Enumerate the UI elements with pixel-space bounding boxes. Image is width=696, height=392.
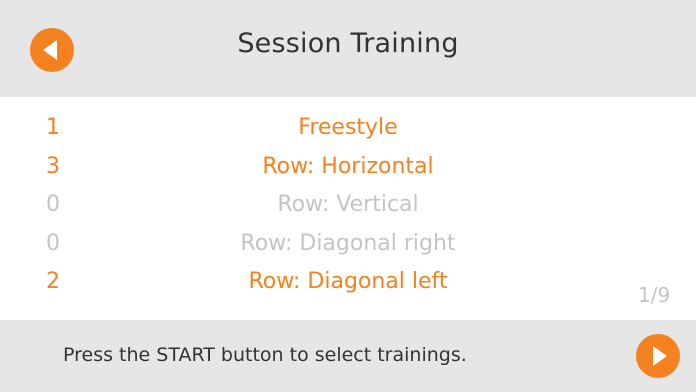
training-row-diagonal-left[interactable]: 2 Row: Diagonal left	[0, 265, 696, 304]
header-bar: Session Training	[0, 0, 696, 97]
page-indicator: 1/9	[638, 283, 671, 307]
footer-hint: Press the START button to select trainin…	[63, 344, 467, 366]
training-name: Row: Diagonal left	[248, 269, 448, 294]
training-name: Row: Diagonal right	[240, 230, 456, 256]
training-list: 1 Freestyle 3 Row: Horizontal 0 Row: Ver…	[0, 111, 696, 304]
training-name: Row: Vertical	[277, 192, 419, 217]
page-title: Session Training	[237, 28, 459, 59]
next-button[interactable]	[636, 334, 680, 378]
training-name: Freestyle	[298, 115, 398, 140]
session-training-screen: Session Training 1 Freestyle 3 Row: Hori…	[0, 0, 696, 392]
training-row-horizontal[interactable]: 3 Row: Horizontal	[0, 150, 696, 189]
training-row-vertical[interactable]: 0 Row: Vertical	[0, 188, 696, 227]
next-arrow-icon	[653, 346, 667, 366]
training-row-diagonal-right[interactable]: 0 Row: Diagonal right	[0, 227, 696, 266]
training-name: Row: Horizontal	[262, 153, 434, 179]
training-row-freestyle[interactable]: 1 Freestyle	[0, 111, 696, 150]
footer-bar: Press the START button to select trainin…	[0, 320, 696, 392]
